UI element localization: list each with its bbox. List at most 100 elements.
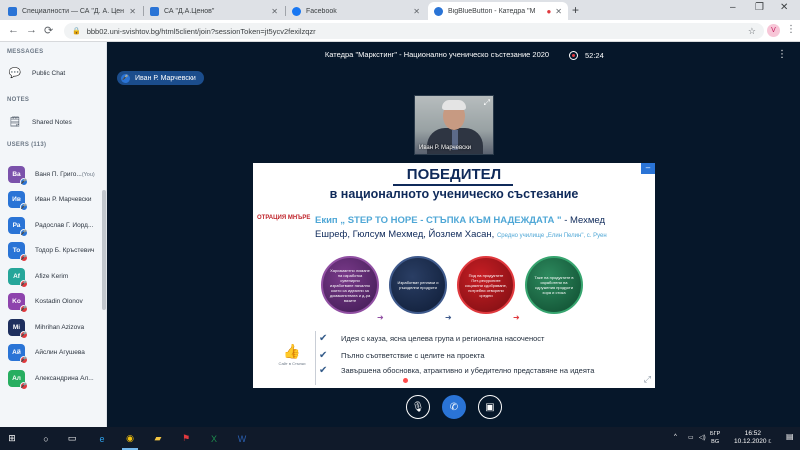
user-avatar: Ай 🎤 <box>8 344 28 364</box>
fullscreen-icon[interactable]: ⤢ <box>484 98 490 108</box>
user-name: Тодор Б. Кръстевич <box>35 247 104 254</box>
windows-start-icon[interactable]: ⊞ <box>4 431 20 446</box>
microphone-status-icon: 🎤 <box>20 381 28 390</box>
minimize-button[interactable]: – <box>730 2 736 13</box>
recording-indicator-icon: ● <box>546 6 552 16</box>
word-icon[interactable]: W <box>234 431 250 446</box>
user-list-item[interactable]: Ра 🎤 Радослав Г. Йорд... <box>8 215 104 237</box>
favicon-icon <box>150 6 159 16</box>
leave-audio-button[interactable]: ✆ <box>442 395 466 419</box>
public-chat-item[interactable]: 💬 Public Chat <box>8 68 65 79</box>
phone-icon: ✆ <box>449 401 459 413</box>
recording-icon[interactable] <box>569 51 578 60</box>
tab-label: BigBlueButton - Катедра "М <box>448 7 536 15</box>
user-list-item[interactable]: Ko 🎤 Kostadin Olonov <box>8 292 104 313</box>
user-avatar: Ал 🎤 <box>8 369 28 390</box>
chrome-icon[interactable]: ◉ <box>122 431 138 450</box>
notes-section-title: NOTES <box>7 97 30 103</box>
team-logo: ОТРАЦИЯ МНЪРЕ <box>257 215 311 221</box>
close-icon[interactable]: ✕ <box>413 7 420 16</box>
arrow-icon: ➜ <box>513 313 520 322</box>
browser-tab-3[interactable]: Facebook ✕ <box>286 2 426 20</box>
file-explorer-icon[interactable]: ▰ <box>150 431 166 446</box>
browser-tab-2[interactable]: СА "Д.А.Ценов" ✕ <box>144 2 284 20</box>
user-name-text: Иван Р. Марчевски <box>35 196 92 203</box>
user-name: Александрина Ал... <box>35 375 104 382</box>
user-list-item[interactable]: То 🎤 Тодор Б. Кръстевич <box>8 241 104 262</box>
taskbar-clock[interactable]: 16:52 10.12.2020 г. <box>734 430 772 446</box>
user-name: Иван Р. Марчевски <box>35 196 104 203</box>
acrobat-icon[interactable]: ⚑ <box>178 431 194 446</box>
tray-expand-icon[interactable]: ^ <box>674 434 677 440</box>
user-initials: Ko <box>12 298 21 305</box>
lock-icon: 🔒 <box>72 28 81 35</box>
user-list-item[interactable]: Ва 🎤 Ваня П. Григо...(You) <box>8 164 104 186</box>
maximize-button[interactable]: ❐ <box>755 2 764 13</box>
criteria-bullet: ✔ Завършена обосновка, атрактивно и убед… <box>319 365 639 376</box>
talking-indicator[interactable]: 🎤 Иван Р. Марчевски <box>117 71 204 85</box>
user-list-item[interactable]: Ив 🎤 Иван Р. Марчевски <box>8 190 104 211</box>
favicon-icon <box>434 6 443 16</box>
language-bottom: BG <box>711 439 720 445</box>
user-list-item[interactable]: Af 🎤 Afize Kerim <box>8 266 104 288</box>
excel-icon[interactable]: X <box>206 431 222 446</box>
window-close-button[interactable]: ✕ <box>780 2 788 13</box>
notifications-icon[interactable]: ▤ <box>786 432 794 441</box>
back-button[interactable]: ← <box>8 24 19 36</box>
microphone-status-icon: 🎤 <box>20 279 28 288</box>
notes-icon: 🗒 <box>8 117 22 128</box>
browser-tabstrip: Специалности — СА "Д. А. Цен ✕ СА "Д.А.Ц… <box>0 0 800 20</box>
tab-label: Facebook <box>306 7 337 15</box>
language-top: БГР <box>710 431 721 437</box>
shared-notes-item[interactable]: 🗒 Shared Notes <box>8 117 72 128</box>
talking-user-name: Иван Р. Марчевски <box>135 74 196 82</box>
facebook-icon <box>292 6 301 16</box>
share-webcam-button[interactable]: ▣ <box>478 395 502 419</box>
forward-button[interactable]: → <box>26 24 37 36</box>
heading-underline <box>393 184 513 186</box>
user-name: Радослав Г. Йорд... <box>35 222 104 229</box>
idea-circle-1: Харизмантно лимане на изработка сувенирн… <box>321 256 379 314</box>
arrow-icon: ➜ <box>445 313 452 322</box>
bookmark-star-icon[interactable]: ☆ <box>748 26 756 37</box>
close-icon[interactable]: ✕ <box>555 7 562 16</box>
webcam-video[interactable]: Иван Р. Марчевски ⤢ <box>414 95 494 155</box>
microphone-status-icon: 🎤 <box>20 177 28 186</box>
browser-tab-1[interactable]: Специалности — СА "Д. А. Цен ✕ <box>2 2 142 20</box>
new-tab-button[interactable]: + <box>572 3 579 17</box>
idea-circle-3: Под на продуктите Пет-ресурсните социалн… <box>457 256 515 314</box>
microphone-off-icon: 🎙 <box>411 401 425 413</box>
search-icon[interactable]: ○ <box>38 431 54 446</box>
url-field[interactable]: 🔒 bbb02.uni-svishtov.bg/html5client/join… <box>64 23 764 39</box>
browser-menu-icon[interactable]: ⋮ <box>786 24 796 35</box>
user-list-item[interactable]: Ал 🎤 Александрина Ал... <box>8 368 104 390</box>
network-icon[interactable]: ▭ <box>688 434 694 441</box>
user-list-scrollbar[interactable] <box>102 190 106 310</box>
tab-label: Специалности — СА "Д. А. Цен <box>22 7 125 15</box>
close-icon[interactable]: ✕ <box>271 7 278 16</box>
user-initials: Ай <box>12 349 21 356</box>
like-caption: Сайт в Стъпки <box>278 361 306 366</box>
options-menu-icon[interactable]: ⋮ <box>777 49 787 60</box>
task-view-icon[interactable]: ▭ <box>64 431 80 446</box>
checkmark-icon: ✔ <box>319 365 328 376</box>
webcam-user-name: Иван Р. Марчевски <box>419 145 472 151</box>
microphone-status-icon: 🎤 <box>20 254 28 262</box>
user-name-text: Тодор Б. Кръстевич <box>35 247 95 254</box>
user-initials: Mi <box>12 323 21 331</box>
browser-tab-active[interactable]: BigBlueButton - Катедра "М ● ✕ <box>428 2 568 20</box>
profile-avatar[interactable]: V <box>767 24 780 37</box>
language-indicator[interactable]: БГР BG <box>710 430 720 446</box>
mute-microphone-button[interactable]: 🎙 <box>406 395 430 419</box>
windows-taskbar: ⊞ ○ ▭ e ◉ ▰ ⚑ X W ^ ▭ ◁) БГР BG 16:52 10… <box>0 427 800 450</box>
team-members-b: Ешреф, Гюлсум Мехмед, Йозлем Хасан, <box>315 229 497 240</box>
user-list-item[interactable]: Mi 🎤 Mihrihan Azizova <box>8 317 104 339</box>
user-list-item[interactable]: Ай 🎤 Айслин Агушева <box>8 343 104 364</box>
user-avatar: Mi 🎤 <box>8 318 28 339</box>
edge-icon[interactable]: e <box>94 431 110 446</box>
fullscreen-icon[interactable]: ⤢ <box>644 374 651 385</box>
reload-button[interactable]: ⟳ <box>44 24 53 37</box>
user-initials: Ра <box>12 221 21 229</box>
volume-icon[interactable]: ◁) <box>699 434 706 441</box>
close-icon[interactable]: ✕ <box>129 7 136 16</box>
